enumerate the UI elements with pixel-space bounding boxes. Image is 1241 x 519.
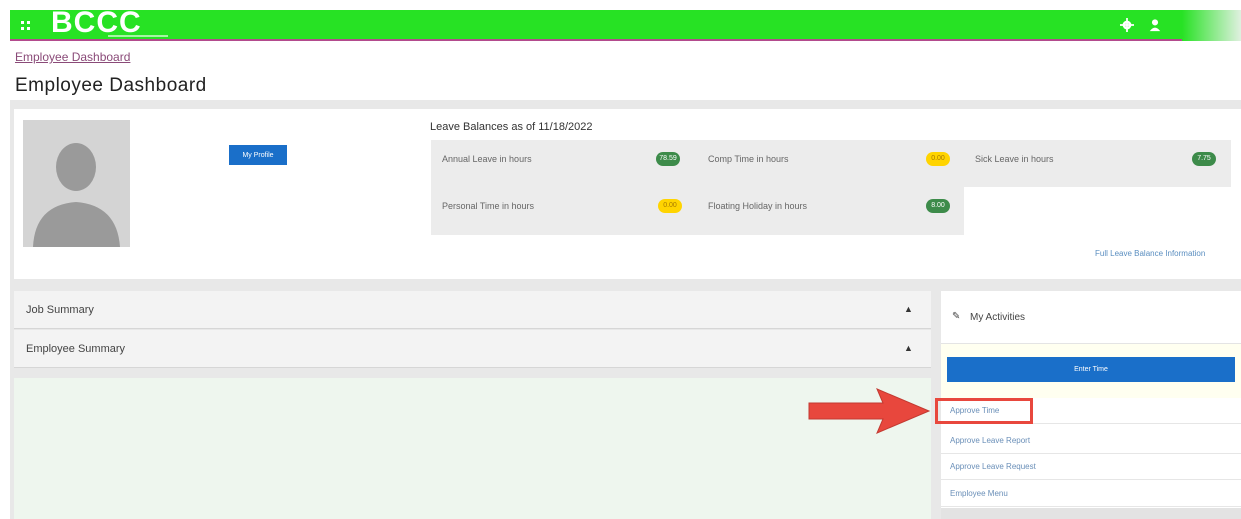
app-grid-icon[interactable] — [21, 21, 31, 31]
my-profile-button[interactable]: My Profile — [229, 145, 287, 165]
page-title: Employee Dashboard — [15, 75, 207, 96]
chevron-up-icon[interactable]: ▲ — [904, 304, 913, 314]
leave-value-comp: 0.00 — [926, 152, 950, 166]
breadcrumb[interactable]: Employee Dashboard — [15, 50, 130, 64]
leave-label-annual: Annual Leave in hours — [442, 154, 532, 164]
employee-summary-label: Employee Summary — [26, 343, 126, 355]
leave-label-floating: Floating Holiday in hours — [708, 201, 808, 211]
activities-footer — [941, 508, 1241, 519]
leave-label-personal: Personal Time in hours — [442, 201, 535, 211]
gear-icon[interactable] — [1120, 18, 1134, 32]
header-right-fade — [1182, 10, 1241, 41]
leave-value-annual: 78.59 — [656, 152, 680, 166]
job-summary-label: Job Summary — [26, 304, 94, 316]
brand-tagline-mark — [108, 35, 168, 37]
employee-menu-label: Employee Menu — [950, 489, 1008, 498]
chevron-up-icon[interactable]: ▲ — [904, 343, 913, 353]
leave-label-sick: Sick Leave in hours — [975, 154, 1054, 164]
my-activities-title: My Activities — [970, 312, 1026, 323]
avatar — [23, 120, 130, 247]
full-leave-balance-link[interactable]: Full Leave Balance Information — [1095, 249, 1205, 258]
approve-leave-request-link[interactable]: Approve Leave Request — [941, 454, 1241, 480]
employee-summary-accordion[interactable]: Employee Summary ▲ — [14, 330, 931, 368]
employee-menu-link[interactable]: Employee Menu — [941, 481, 1241, 507]
approve-leave-report-link[interactable]: Approve Leave Report — [941, 428, 1241, 454]
leave-value-personal: 0.00 — [658, 199, 682, 213]
user-icon[interactable] — [1148, 18, 1162, 32]
pencil-icon: ✎ — [952, 311, 961, 322]
job-summary-accordion[interactable]: Job Summary ▲ — [14, 291, 931, 329]
leave-value-sick: 7.75 — [1192, 152, 1216, 166]
leave-label-comp: Comp Time in hours — [708, 154, 789, 164]
top-navigation-bar: BCCC — [10, 6, 1241, 41]
approve-leave-report-label: Approve Leave Report — [950, 436, 1031, 445]
enter-time-button[interactable]: Enter Time — [947, 357, 1235, 382]
leave-value-floating: 8.00 — [926, 199, 950, 213]
person-placeholder-icon — [33, 143, 120, 247]
leave-balances-heading: Leave Balances as of 11/18/2022 — [430, 121, 593, 133]
approve-leave-request-label: Approve Leave Request — [950, 462, 1036, 471]
highlight-annotation-box — [935, 398, 1033, 424]
dashboard-content-area — [14, 378, 931, 519]
pointer-arrow-icon — [808, 388, 931, 434]
